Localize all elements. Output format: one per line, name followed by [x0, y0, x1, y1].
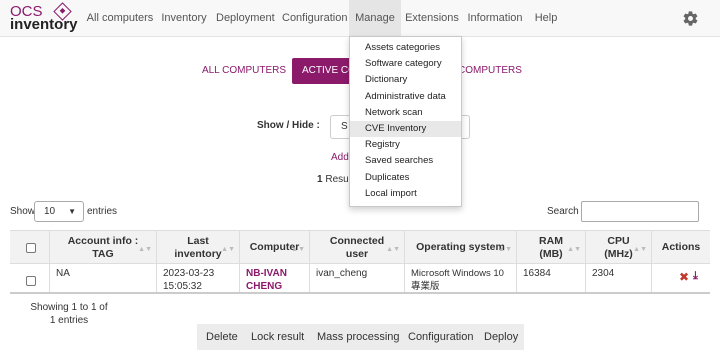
- header-cpu[interactable]: CPU (MHz) ▲▼: [586, 231, 652, 264]
- header-actions: Actions: [652, 231, 710, 264]
- header-account-tag[interactable]: Account info : TAG ▲▼: [50, 231, 157, 264]
- delete-icon[interactable]: ✖: [679, 271, 689, 283]
- tab-active-computers[interactable]: ACTIVE CO: [292, 58, 352, 84]
- select-all-checkbox[interactable]: [26, 243, 36, 253]
- ocs-inventory-logo[interactable]: OCS inventory: [10, 2, 78, 34]
- header-computer[interactable]: Computer ▲▼: [240, 231, 310, 264]
- gear-icon[interactable]: [682, 10, 699, 27]
- entries-length-value: 10: [44, 206, 56, 217]
- sort-icon: ▲▼: [291, 246, 305, 253]
- nav-manage[interactable]: Manage: [349, 0, 401, 37]
- menu-item-saved-searches[interactable]: Saved searches: [350, 153, 461, 169]
- table-row[interactable]: NA 2023-03-23 15:05:32 NB-IVANCHENG ivan…: [10, 264, 710, 294]
- header-connected-user-label: Connected user: [329, 234, 385, 260]
- manage-dropdown-menu: Assets categories Software category Dict…: [349, 36, 462, 207]
- menu-item-assets-categories[interactable]: Assets categories: [350, 40, 461, 56]
- delete-button[interactable]: Delete: [206, 324, 238, 350]
- menu-item-local-import[interactable]: Local import: [350, 186, 461, 202]
- lock-result-button[interactable]: Lock result: [251, 324, 304, 350]
- tab-all-computers[interactable]: ALL COMPUTERS: [200, 58, 288, 84]
- nav-extensions[interactable]: Extensions: [405, 0, 459, 37]
- cell-last-inventory: 2023-03-23 15:05:32: [157, 264, 240, 292]
- show-label: Show: [10, 206, 36, 217]
- search-label: Search :: [547, 206, 585, 217]
- nav-all-computers[interactable]: All computers: [86, 0, 154, 37]
- header-ram-label: RAM (MB): [539, 234, 563, 260]
- table-info: Showing 1 to 1 of 1 entries: [30, 302, 108, 326]
- chevron-down-icon: ▼: [68, 207, 76, 216]
- sort-icon: ▲▼: [221, 246, 235, 253]
- header-last-inventory-label: Last inventory: [174, 234, 222, 260]
- header-ram[interactable]: RAM (MB) ▲▼: [517, 231, 586, 264]
- navbar: OCS inventory All computers Inventory De…: [0, 0, 720, 37]
- cell-operating-system: Microsoft Windows 10 專業版: [405, 264, 517, 292]
- cell-tag: NA: [50, 264, 157, 292]
- header-operating-system[interactable]: Operating system ▲▼: [405, 231, 517, 264]
- bulk-action-bar: Delete Lock result Mass processing Confi…: [197, 324, 524, 350]
- menu-item-software-category[interactable]: Software category: [350, 56, 461, 72]
- entries-label: entries: [87, 206, 118, 217]
- header-select-all[interactable]: [10, 231, 50, 264]
- sort-icon: ▲▼: [567, 246, 581, 253]
- header-account-tag-label: Account info : TAG: [67, 234, 139, 260]
- row-select-cell[interactable]: [10, 264, 50, 292]
- cell-computer-link[interactable]: NB-IVANCHENG: [240, 264, 310, 292]
- logo-text-bottom: inventory: [10, 16, 78, 33]
- header-actions-label: Actions: [661, 241, 701, 253]
- nav-configuration[interactable]: Configuration: [282, 0, 347, 37]
- mass-processing-button[interactable]: Mass processing: [317, 324, 400, 350]
- menu-item-dictionary[interactable]: Dictionary: [350, 72, 461, 88]
- download-icon[interactable]: ⤓: [693, 270, 698, 282]
- sort-icon: ▲▼: [633, 246, 647, 253]
- header-last-inventory[interactable]: Last inventory ▲▼: [157, 231, 240, 264]
- header-operating-system-label: Operating system: [416, 241, 505, 253]
- cell-connected-user: ivan_cheng: [310, 264, 405, 292]
- tab-archived-computers[interactable]: COMPUTERS: [458, 58, 522, 84]
- menu-item-administrative-data[interactable]: Administrative data: [350, 89, 461, 105]
- menu-item-registry[interactable]: Registry: [350, 137, 461, 153]
- menu-item-network-scan[interactable]: Network scan: [350, 105, 461, 121]
- nav-information[interactable]: Information: [467, 0, 523, 37]
- deploy-button[interactable]: Deploy: [484, 324, 518, 350]
- row-checkbox[interactable]: [26, 276, 36, 286]
- header-connected-user[interactable]: Connected user ▲▼: [310, 231, 405, 264]
- header-cpu-label: CPU (MHz): [604, 234, 633, 260]
- cell-cpu: 2304: [586, 264, 652, 292]
- entries-length-select[interactable]: 10 ▼: [34, 201, 84, 222]
- show-hide-value: S: [341, 121, 348, 132]
- show-hide-label: Show / Hide :: [257, 120, 320, 131]
- menu-item-duplicates[interactable]: Duplicates: [350, 170, 461, 186]
- nav-inventory[interactable]: Inventory: [160, 0, 208, 37]
- cell-actions: ✖ ⤓: [652, 264, 710, 292]
- configuration-button[interactable]: Configuration: [408, 324, 473, 350]
- sort-icon: ▲▼: [138, 246, 152, 253]
- cell-ram: 16384: [517, 264, 586, 292]
- search-input[interactable]: [581, 201, 699, 222]
- sort-icon: ▲▼: [498, 246, 512, 253]
- menu-item-cve-inventory[interactable]: CVE Inventory: [350, 120, 461, 138]
- nav-deployment[interactable]: Deployment: [216, 0, 275, 37]
- nav-help[interactable]: Help: [532, 0, 560, 37]
- table-header: Account info : TAG ▲▼ Last inventory ▲▼ Co…: [10, 230, 710, 264]
- sort-icon: ▲▼: [386, 246, 400, 253]
